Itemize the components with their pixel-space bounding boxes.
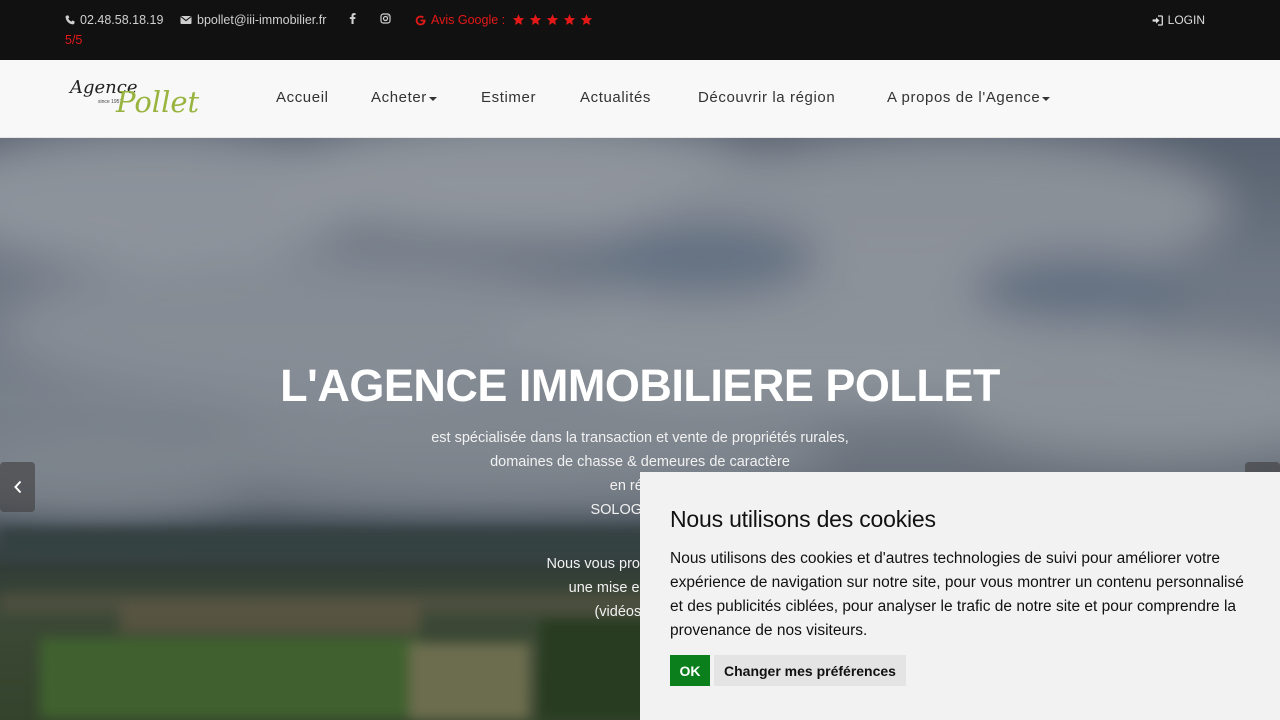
nav-item-actualites[interactable]: Actualités	[580, 89, 651, 106]
agency-logo[interactable]: Agence since 1957 Pollet	[68, 75, 208, 123]
hero-line: est spécialisée dans la transaction et v…	[431, 430, 849, 446]
nav-item-decouvrir-region[interactable]: Découvrir la région	[698, 89, 835, 106]
google-reviews[interactable]: Avis Google :	[415, 13, 593, 27]
top-bar: 02.48.58.18.19 bpollet@iii-immobilier.fr…	[0, 0, 1280, 60]
facebook-link[interactable]	[349, 13, 356, 24]
google-rating-stars	[512, 14, 593, 26]
login-link[interactable]: LOGIN	[1152, 13, 1205, 27]
sign-in-icon	[1152, 14, 1163, 26]
nav-item-label: Actualités	[580, 89, 652, 106]
main-navbar: Agence since 1957 Pollet Accueil Acheter…	[0, 60, 1280, 138]
hero-title: L'AGENCE IMMOBILIERE POLLET	[280, 360, 1000, 411]
star-icon	[529, 14, 542, 25]
nav-item-acheter[interactable]: Acheter	[371, 89, 437, 106]
slider-prev-button[interactable]	[0, 462, 35, 512]
instagram-link[interactable]	[380, 13, 391, 24]
cookie-consent-dialog: Nous utilisons des cookies Nous utilison…	[640, 472, 1280, 720]
google-score: 5/5	[65, 33, 83, 47]
email-address: bpollet@iii-immobilier.fr	[197, 13, 327, 27]
instagram-icon	[380, 13, 391, 24]
cookie-preferences-button[interactable]: Changer mes préférences	[714, 655, 906, 686]
caret-down-icon	[428, 97, 437, 101]
nav-item-label: Accueil	[276, 89, 329, 106]
phone-number: 02.48.58.18.19	[80, 13, 164, 27]
nav-item-label: Estimer	[481, 89, 537, 106]
email-contact[interactable]: bpollet@iii-immobilier.fr	[180, 13, 326, 27]
cookie-ok-button[interactable]: OK	[670, 655, 710, 686]
phone-contact[interactable]: 02.48.58.18.19	[65, 13, 163, 27]
phone-icon	[65, 15, 75, 25]
nav-item-label: Découvrir la région	[698, 89, 836, 106]
facebook-icon	[349, 13, 356, 24]
nav-item-estimer[interactable]: Estimer	[481, 89, 536, 106]
envelope-icon	[180, 16, 192, 24]
chevron-left-icon	[13, 480, 21, 494]
star-icon	[580, 14, 593, 25]
nav-item-label: Acheter	[371, 89, 427, 106]
login-label: LOGIN	[1167, 13, 1205, 27]
nav-item-accueil[interactable]: Accueil	[276, 89, 329, 106]
star-icon	[563, 14, 576, 25]
google-icon	[415, 15, 426, 26]
cookie-body: Nous utilisons des cookies et d'autres t…	[670, 550, 1244, 639]
nav-item-label: A propos de l'Agence	[887, 89, 1041, 106]
google-reviews-label: Avis Google :	[431, 13, 506, 27]
cookie-title: Nous utilisons des cookies	[670, 506, 936, 532]
nav-item-a-propos[interactable]: A propos de l'Agence	[887, 89, 1051, 106]
hero-line: domaines de chasse & demeures de caractè…	[490, 454, 790, 470]
logo-text-pollet: Pollet	[116, 85, 200, 119]
cookie-actions: OK Changer mes préférences	[670, 655, 1250, 686]
star-icon	[512, 14, 525, 25]
caret-down-icon	[1042, 97, 1051, 101]
star-icon	[546, 14, 559, 25]
